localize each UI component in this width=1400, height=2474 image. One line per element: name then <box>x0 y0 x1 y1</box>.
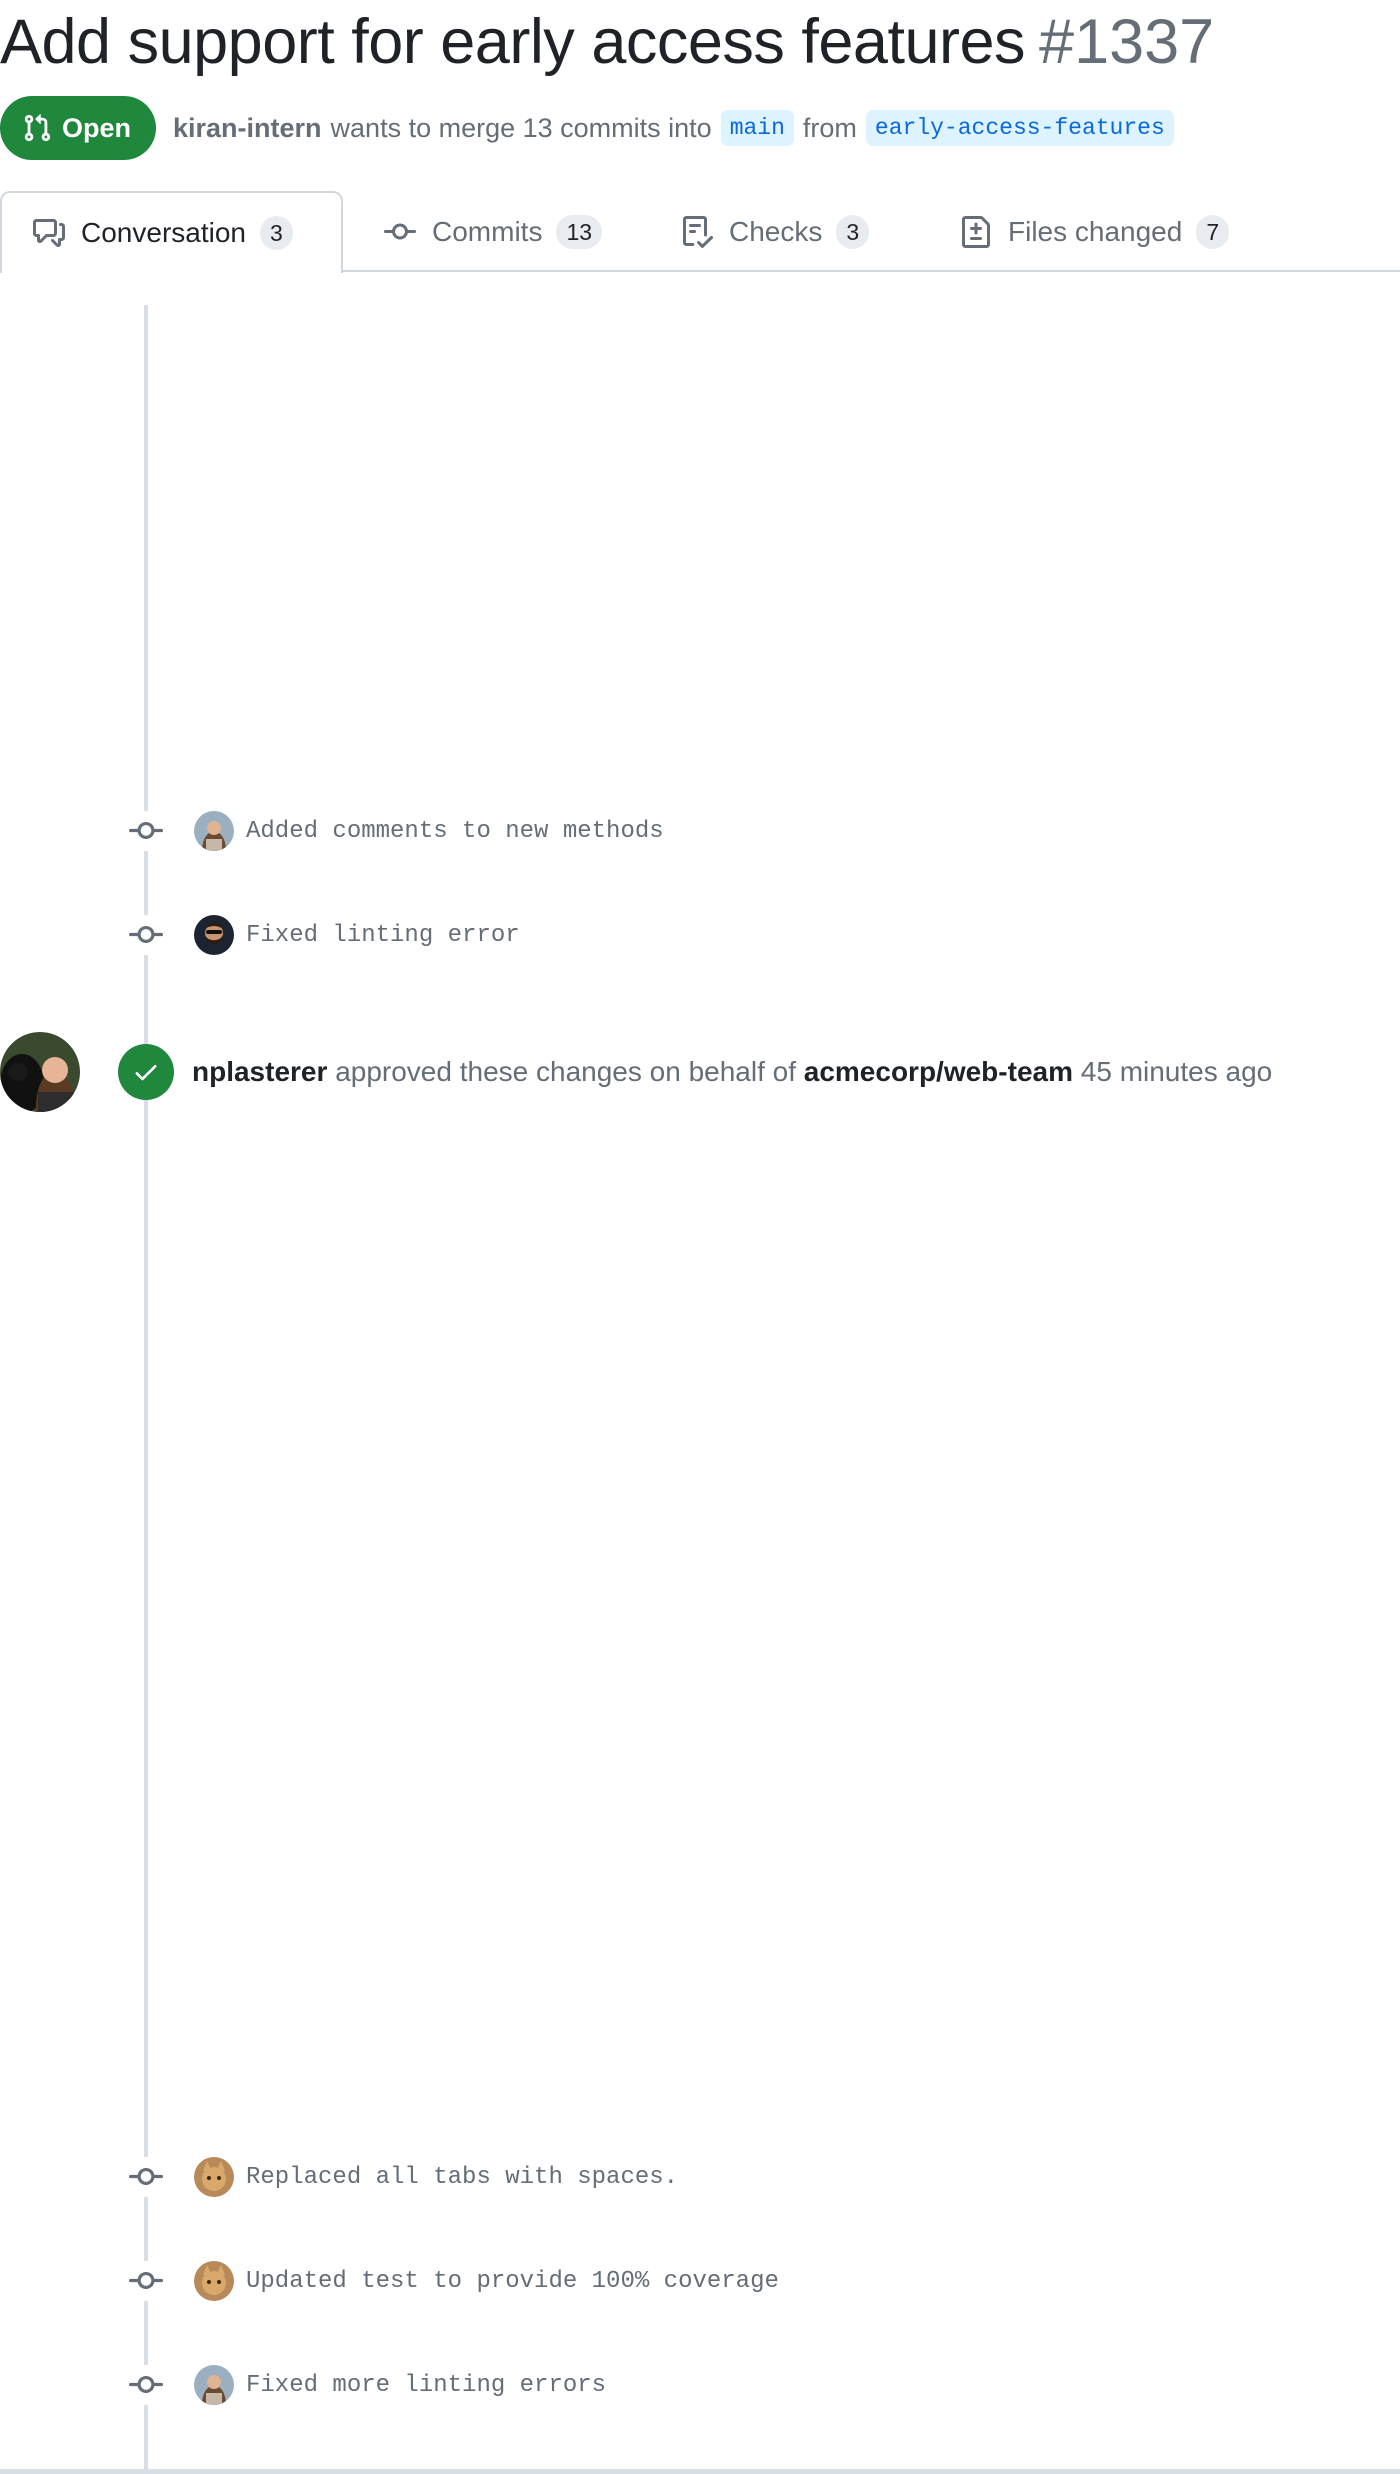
git-commit-icon <box>384 223 416 240</box>
review-timestamp[interactable]: 45 minutes ago <box>1081 1056 1272 1087</box>
checklist-icon <box>683 216 713 248</box>
commit-message-link[interactable]: Fixed linting error <box>246 922 520 949</box>
timeline-commit: Replaced all tabs with spaces. <box>126 2156 678 2198</box>
tab-label: Checks <box>729 216 823 247</box>
avatar[interactable] <box>0 1032 80 1112</box>
from-text: from <box>802 112 857 143</box>
tab-counter: 3 <box>259 216 293 250</box>
tab-commits[interactable]: Commits 13 <box>384 191 603 273</box>
timeline-commit: Fixed linting error <box>126 914 520 956</box>
pr-merge-summary: kiran-intern wants to merge 13 commits i… <box>173 110 1183 146</box>
pr-title-row: Add support for early access features #1… <box>0 6 1214 86</box>
avatar[interactable] <box>194 2261 234 2301</box>
merge-text: wants to merge 13 commits into <box>330 112 712 143</box>
review-summary: nplasterer approved these changes on beh… <box>192 1056 1272 1088</box>
tab-label: Commits <box>432 216 543 247</box>
tab-counter: 3 <box>836 215 870 249</box>
approved-check-icon <box>118 1044 174 1100</box>
review-action-text: approved these changes on behalf of <box>335 1056 796 1087</box>
team-link[interactable]: acmecorp/web-team <box>804 1056 1073 1087</box>
avatar[interactable] <box>194 2157 234 2197</box>
git-pull-request-icon <box>24 114 51 142</box>
tab-counter: 13 <box>556 215 603 249</box>
tab-conversation[interactable]: Conversation 3 <box>0 191 343 273</box>
avatar[interactable] <box>194 811 234 851</box>
git-commit-icon <box>126 2365 166 2405</box>
tab-label: Conversation <box>81 217 246 248</box>
comment-discussion-icon <box>33 219 65 247</box>
timeline-line <box>144 305 148 2474</box>
bottom-divider <box>0 2469 1400 2474</box>
tab-counter: 7 <box>1196 215 1230 249</box>
commit-message-link[interactable]: Updated test to provide 100% coverage <box>246 2268 779 2295</box>
pr-meta-row: Open kiran-intern wants to merge 13 comm… <box>0 96 1183 160</box>
pr-state-label: Open <box>62 112 132 143</box>
pr-author-link[interactable]: kiran-intern <box>173 113 322 144</box>
tab-checks[interactable]: Checks 3 <box>681 191 870 273</box>
file-diff-icon <box>962 216 990 248</box>
timeline-commit: Fixed more linting errors <box>126 2364 606 2406</box>
timeline-commit: Added comments to new methods <box>126 810 664 852</box>
avatar[interactable] <box>194 2365 234 2405</box>
timeline-commit: Updated test to provide 100% coverage <box>126 2260 779 2302</box>
git-commit-icon <box>126 2261 166 2301</box>
reviewer-link[interactable]: nplasterer <box>192 1056 327 1087</box>
git-commit-icon <box>126 915 166 955</box>
tab-files-changed[interactable]: Files changed 7 <box>960 191 1230 273</box>
avatar[interactable] <box>194 915 234 955</box>
commit-message-link[interactable]: Added comments to new methods <box>246 818 664 845</box>
commit-message-link[interactable]: Fixed more linting errors <box>246 2372 606 2399</box>
review-event: nplasterer approved these changes on beh… <box>0 1032 1272 1112</box>
head-branch[interactable]: early-access-features <box>865 110 1174 146</box>
pr-tabbar: Conversation 3 Commits 13 Checks 3 Files… <box>0 191 1400 273</box>
pr-title: Add support for early access features <box>0 7 1026 77</box>
git-commit-icon <box>126 2157 166 2197</box>
pr-state-badge: Open <box>0 96 157 160</box>
tab-label: Files changed <box>1008 216 1183 247</box>
git-commit-icon <box>126 811 166 851</box>
base-branch[interactable]: main <box>720 110 794 146</box>
pr-number: #1337 <box>1039 7 1215 77</box>
commit-message-link[interactable]: Replaced all tabs with spaces. <box>246 2164 678 2191</box>
